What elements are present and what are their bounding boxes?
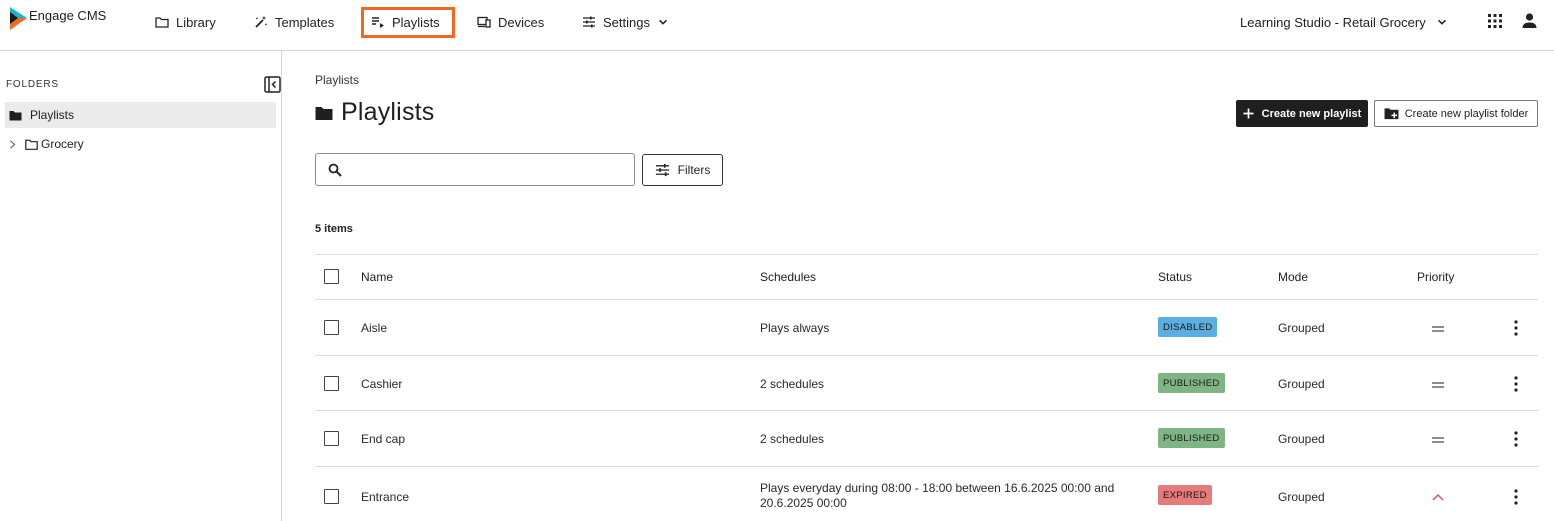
more-options-icon[interactable] xyxy=(1513,320,1519,336)
nav-devices-label: Devices xyxy=(498,14,545,30)
nav-library-label: Library xyxy=(176,14,216,30)
status-badge: PUBLISHED xyxy=(1158,428,1225,448)
user-account-icon[interactable] xyxy=(1521,12,1538,29)
more-options-icon[interactable] xyxy=(1513,376,1519,392)
table-row[interactable]: Aisle Plays always DISABLED Grouped xyxy=(315,300,1538,356)
page-title-text: Playlists xyxy=(341,98,435,126)
nav-templates[interactable]: Templates xyxy=(254,12,334,32)
filters-label: Filters xyxy=(677,163,711,177)
priority-high-icon xyxy=(1432,494,1444,501)
folders-sidebar: FOLDERS Playlists Grocery xyxy=(0,51,282,521)
table-header: Name Schedules Status Mode Priority xyxy=(315,254,1538,300)
main-content: Playlists Playlists Create new playlist … xyxy=(282,51,1554,521)
priority-normal-icon xyxy=(1432,437,1444,443)
devices-icon xyxy=(477,16,491,28)
item-count: 5 items xyxy=(315,223,353,235)
apps-grid-icon[interactable] xyxy=(1487,13,1503,29)
magic-wand-icon xyxy=(255,16,268,28)
more-options-icon[interactable] xyxy=(1513,489,1519,505)
search-box[interactable] xyxy=(315,153,635,186)
filter-sliders-icon xyxy=(655,163,669,177)
brand-logo[interactable] xyxy=(8,6,28,32)
folder-icon xyxy=(25,139,38,150)
folder-label: Playlists xyxy=(30,108,75,122)
chevron-down-icon xyxy=(1437,19,1446,25)
priority-normal-icon xyxy=(1432,326,1444,332)
create-playlist-label: Create new playlist xyxy=(1261,107,1362,120)
top-bar: Engage CMS Library Templates Playlists D… xyxy=(0,0,1554,51)
nav-playlists-label: Playlists xyxy=(392,14,440,30)
row-name[interactable]: Aisle xyxy=(361,321,387,335)
column-header-schedules[interactable]: Schedules xyxy=(760,270,816,284)
row-mode: Grouped xyxy=(1278,432,1325,446)
row-checkbox[interactable] xyxy=(324,431,339,446)
status-badge: EXPIRED xyxy=(1158,485,1212,505)
row-checkbox[interactable] xyxy=(324,320,339,335)
org-name: Learning Studio - Retail Grocery xyxy=(1240,14,1426,30)
column-header-mode[interactable]: Mode xyxy=(1278,270,1308,284)
folder-item-playlists[interactable]: Playlists xyxy=(5,102,276,128)
sidebar-title: FOLDERS xyxy=(6,79,59,90)
select-all-checkbox[interactable] xyxy=(324,269,339,284)
sliders-icon xyxy=(583,16,595,28)
folder-item-grocery[interactable]: Grocery xyxy=(5,131,276,157)
row-schedules: Plays always xyxy=(760,321,830,335)
nav-library[interactable]: Library xyxy=(155,12,216,32)
nav-settings[interactable]: Settings xyxy=(582,12,669,32)
engage-logo-icon xyxy=(10,7,27,30)
playlist-icon xyxy=(372,17,384,28)
search-icon xyxy=(328,163,342,177)
nav-templates-label: Templates xyxy=(275,14,335,30)
nav-devices[interactable]: Devices xyxy=(477,12,544,32)
create-folder-button[interactable]: Create new playlist folder xyxy=(1374,100,1538,127)
column-header-status[interactable]: Status xyxy=(1158,270,1192,284)
plus-icon xyxy=(1243,108,1254,119)
row-mode: Grouped xyxy=(1278,377,1325,391)
table-row[interactable]: End cap 2 schedules PUBLISHED Grouped xyxy=(315,411,1538,467)
row-checkbox[interactable] xyxy=(324,376,339,391)
more-options-icon[interactable] xyxy=(1513,431,1519,447)
nav-playlists[interactable]: Playlists xyxy=(371,12,440,32)
folder-filled-icon xyxy=(9,110,22,120)
row-schedules: 2 schedules xyxy=(760,432,825,446)
page-title: Playlists xyxy=(315,98,435,127)
priority-normal-icon xyxy=(1432,382,1444,388)
create-playlist-button[interactable]: Create new playlist xyxy=(1236,100,1368,127)
status-badge: DISABLED xyxy=(1158,317,1218,337)
nav-settings-label: Settings xyxy=(603,14,650,30)
table-row[interactable]: Entrance Plays everyday during 08:00 - 1… xyxy=(315,467,1538,521)
row-name[interactable]: End cap xyxy=(361,432,405,446)
collapse-sidebar-icon[interactable] xyxy=(264,76,281,93)
column-header-priority[interactable]: Priority xyxy=(1417,270,1454,284)
breadcrumb[interactable]: Playlists xyxy=(315,73,359,87)
create-folder-label: Create new playlist folder xyxy=(1404,107,1529,120)
row-name[interactable]: Cashier xyxy=(361,377,402,391)
search-input[interactable] xyxy=(350,158,630,182)
org-switcher[interactable]: Learning Studio - Retail Grocery xyxy=(1240,12,1448,32)
folder-label: Grocery xyxy=(41,137,84,151)
app-name: Engage CMS xyxy=(29,8,107,23)
chevron-down-icon xyxy=(659,19,667,25)
filters-button[interactable]: Filters xyxy=(642,154,723,186)
table-row[interactable]: Cashier 2 schedules PUBLISHED Grouped xyxy=(315,356,1538,411)
row-mode: Grouped xyxy=(1278,321,1325,335)
row-mode: Grouped xyxy=(1278,490,1325,504)
folder-icon xyxy=(155,17,169,28)
column-header-name[interactable]: Name xyxy=(361,270,393,284)
status-badge: PUBLISHED xyxy=(1158,373,1225,393)
folder-filled-icon xyxy=(315,106,333,120)
row-checkbox[interactable] xyxy=(324,489,339,504)
folder-add-icon xyxy=(1384,108,1399,120)
row-schedules: Plays everyday during 08:00 - 18:00 betw… xyxy=(760,481,1115,510)
row-name[interactable]: Entrance xyxy=(361,490,409,504)
chevron-right-icon[interactable] xyxy=(7,139,18,150)
row-schedules: 2 schedules xyxy=(760,377,825,391)
